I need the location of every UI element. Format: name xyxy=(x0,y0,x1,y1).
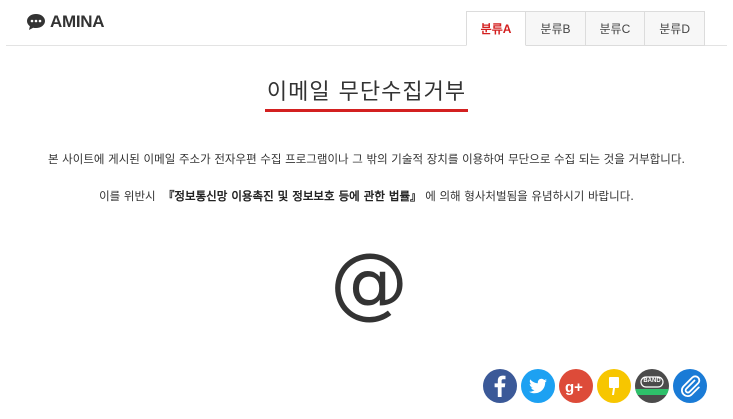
logo[interactable]: AMINA xyxy=(26,12,105,32)
svg-text:g+: g+ xyxy=(565,379,583,396)
tab-category-b[interactable]: 분류B xyxy=(526,11,586,46)
facebook-icon xyxy=(494,375,506,397)
logo-text: AMINA xyxy=(50,12,105,31)
google-plus-icon: g+ xyxy=(565,379,583,396)
at-symbol-icon: @ xyxy=(330,238,408,328)
twitter-share-button[interactable] xyxy=(521,369,555,403)
tab-category-c[interactable]: 분류C xyxy=(585,11,646,46)
notice-paragraph-2: 이를 위반시 『정보통신망 이용촉진 및 정보보호 등에 관한 법률』 에 의해… xyxy=(0,188,733,204)
copy-link-button[interactable] xyxy=(673,369,707,403)
share-buttons: g+ BAND xyxy=(483,369,707,403)
kakaostory-share-button[interactable] xyxy=(597,369,631,403)
header: AMINA 분류A 분류B 분류C 분류D xyxy=(6,0,727,46)
facebook-share-button[interactable] xyxy=(483,369,517,403)
category-tabs: 분류A 분류B 분류C 분류D xyxy=(465,11,705,46)
tab-category-d[interactable]: 분류D xyxy=(645,11,705,46)
twitter-icon xyxy=(529,378,547,394)
law-name: 『정보통신망 이용촉진 및 정보보호 등에 관한 법률』 xyxy=(162,189,422,203)
title-wrap: 이메일 무단수집거부 xyxy=(0,74,733,112)
band-label: BAND xyxy=(643,378,661,384)
link-icon xyxy=(680,375,701,397)
notice-suffix: 에 의해 형사처벌됨을 유념하시기 바랍니다. xyxy=(425,189,634,203)
page-title: 이메일 무단수집거부 xyxy=(264,74,469,112)
notice-paragraph-1: 본 사이트에 게시된 이메일 주소가 전자우편 수집 프로그램이나 그 밖의 기… xyxy=(47,152,686,166)
tab-category-a[interactable]: 분류A xyxy=(465,11,527,46)
kakaostory-icon xyxy=(609,377,619,395)
band-share-button[interactable]: BAND xyxy=(635,369,669,403)
google-plus-share-button[interactable]: g+ xyxy=(559,369,593,403)
chat-bubble-icon xyxy=(27,14,45,30)
band-icon xyxy=(635,376,669,395)
notice-prefix: 이를 위반시 xyxy=(99,189,156,203)
